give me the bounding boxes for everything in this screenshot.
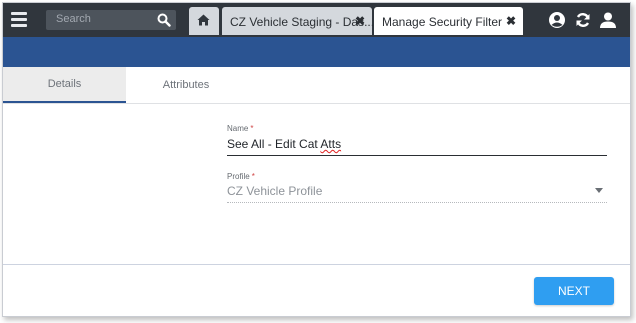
globe-user-icon[interactable] [548, 11, 566, 29]
tab-manage-security-filter[interactable]: Manage Security Filter ✖ [374, 7, 523, 35]
profile-field-label: Profile * [227, 172, 255, 181]
tab-home[interactable] [189, 7, 219, 35]
next-button[interactable]: NEXT [534, 277, 614, 305]
profile-field-underline [227, 202, 607, 203]
chevron-down-icon[interactable] [595, 188, 603, 193]
search-icon[interactable] [157, 13, 171, 27]
tab-label: Manage Security Filter [382, 15, 503, 29]
footer-divider [3, 264, 630, 265]
app-window: Search CZ Vehicle Staging - Das... ✖ Man… [2, 2, 631, 317]
name-field[interactable]: See All - Edit Cat Atts [227, 137, 341, 151]
name-field-underline [227, 155, 607, 156]
tab-label: CZ Vehicle Staging - Das... [230, 15, 375, 29]
page-header-bar [3, 37, 630, 67]
home-icon [197, 14, 210, 26]
detail-tabs: Details Attributes [3, 67, 630, 104]
close-icon[interactable]: ✖ [355, 14, 365, 28]
misspelled-word: Atts [320, 137, 342, 151]
name-field-label: Name * [227, 124, 254, 133]
top-navigation-bar: Search CZ Vehicle Staging - Das... ✖ Man… [3, 3, 630, 37]
user-icon[interactable] [599, 11, 617, 29]
name-field-value: See All - Edit Cat [227, 137, 321, 151]
search-placeholder: Search [56, 13, 91, 25]
hamburger-menu-icon[interactable] [11, 12, 27, 27]
tab-details[interactable]: Details [3, 67, 126, 103]
search-input[interactable]: Search [46, 10, 176, 30]
close-icon[interactable]: ✖ [506, 14, 516, 28]
tab-attributes[interactable]: Attributes [126, 67, 246, 103]
tab-vehicle-staging-dashboard[interactable]: CZ Vehicle Staging - Das... ✖ [222, 7, 375, 35]
refresh-icon[interactable] [574, 11, 592, 29]
profile-select[interactable]: CZ Vehicle Profile [227, 184, 322, 198]
